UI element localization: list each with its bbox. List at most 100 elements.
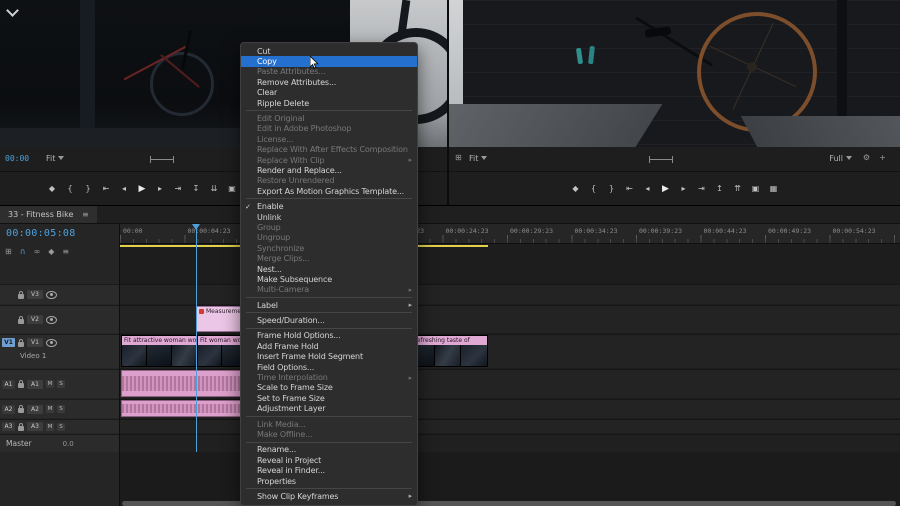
- clip-fit-attractive-woman[interactable]: Fit attractive woman wor: [121, 335, 197, 367]
- mark-in-button[interactable]: {: [587, 184, 601, 193]
- solo-button[interactable]: S: [57, 380, 65, 388]
- source-patch-v1[interactable]: V1: [2, 338, 15, 347]
- eye-icon[interactable]: [46, 338, 57, 347]
- button-editor-icon[interactable]: +: [879, 153, 886, 162]
- lock-icon[interactable]: [18, 315, 24, 324]
- menu-item-rename[interactable]: Rename...: [241, 445, 417, 455]
- eye-icon[interactable]: [46, 315, 57, 324]
- horizontal-scrollbar[interactable]: [122, 501, 896, 506]
- menu-item-frame-hold-options[interactable]: Frame Hold Options...: [241, 331, 417, 341]
- track-a3-lane[interactable]: [120, 419, 900, 433]
- track-badge[interactable]: V1: [27, 338, 43, 347]
- mark-out-button[interactable]: }: [605, 184, 619, 193]
- go-to-in-button[interactable]: ⇤: [623, 184, 637, 193]
- timeline-settings-icon[interactable]: ≡: [62, 247, 69, 256]
- track-badge[interactable]: V2: [27, 315, 43, 324]
- add-marker-button[interactable]: ◆: [45, 184, 59, 193]
- lock-icon[interactable]: [18, 380, 24, 388]
- step-back-button[interactable]: ◂: [117, 184, 131, 193]
- menu-item-insert-frame-hold-segment[interactable]: Insert Frame Hold Segment: [241, 352, 417, 362]
- source-zoom-select[interactable]: Fit: [46, 154, 65, 163]
- track-badge[interactable]: A2: [27, 404, 43, 414]
- step-forward-button[interactable]: ▸: [153, 184, 167, 193]
- menu-item-clear[interactable]: Clear: [241, 88, 417, 98]
- program-zoom-select[interactable]: Fit: [469, 154, 488, 163]
- menu-item-add-frame-hold[interactable]: Add Frame Hold: [241, 341, 417, 351]
- go-to-in-button[interactable]: ⇤: [99, 184, 113, 193]
- source-patch-a3[interactable]: A3: [2, 422, 15, 431]
- menu-item-adjustment-layer[interactable]: Adjustment Layer: [241, 404, 417, 414]
- lock-icon[interactable]: [18, 405, 24, 413]
- mark-out-button[interactable]: }: [81, 184, 95, 193]
- insert-overwrite-toggle-icon[interactable]: ⊞: [5, 247, 12, 256]
- sequence-timecode[interactable]: 00:00:05:08: [6, 228, 76, 239]
- mark-in-button[interactable]: {: [63, 184, 77, 193]
- lock-icon[interactable]: [18, 422, 24, 431]
- menu-item-reveal-in-finder[interactable]: Reveal in Finder...: [241, 465, 417, 475]
- panel-menu-icon[interactable]: ≡: [82, 210, 89, 219]
- settings-wrench-icon[interactable]: ⚙: [863, 153, 870, 162]
- menu-item-field-options[interactable]: Field Options...: [241, 362, 417, 372]
- playback-resolution-select[interactable]: Full: [829, 154, 852, 163]
- add-marker-button[interactable]: ◆: [569, 184, 583, 193]
- timeline-ruler[interactable]: 00:0000:00:04:2300:00:09:2300:00:14:2300…: [120, 224, 900, 244]
- program-zoom-scrollbar[interactable]: [649, 156, 673, 163]
- menu-item-make-subsequence[interactable]: Make Subsequence: [241, 274, 417, 284]
- playhead-line[interactable]: [196, 224, 197, 452]
- menu-item-speed-duration[interactable]: Speed/Duration...: [241, 315, 417, 325]
- snap-icon[interactable]: ∩: [20, 247, 26, 256]
- menu-item-nest[interactable]: Nest...: [241, 264, 417, 274]
- lift-button[interactable]: ↥: [713, 184, 727, 193]
- eye-icon[interactable]: [46, 290, 57, 299]
- linked-selection-icon[interactable]: ∞: [34, 247, 41, 256]
- master-track-lane[interactable]: [120, 434, 900, 452]
- menu-item-unlink[interactable]: Unlink: [241, 212, 417, 222]
- playhead-marker[interactable]: [192, 224, 200, 234]
- master-gain-value[interactable]: 0.0: [63, 440, 74, 448]
- play-button[interactable]: ▶: [659, 184, 673, 194]
- timeline-tab[interactable]: 33 - Fitness Bike ≡: [0, 206, 97, 223]
- menu-item-remove-attributes[interactable]: Remove Attributes...: [241, 77, 417, 87]
- source-timecode[interactable]: 00:00: [5, 154, 29, 163]
- solo-button[interactable]: S: [57, 422, 65, 431]
- menu-item-render-and-replace[interactable]: Render and Replace...: [241, 165, 417, 175]
- menu-item-export-as-motion-graphics-template[interactable]: Export As Motion Graphics Template...: [241, 186, 417, 196]
- go-to-out-button[interactable]: ⇥: [695, 184, 709, 193]
- menu-item-copy[interactable]: Copy: [241, 56, 417, 67]
- track-badge[interactable]: A3: [27, 422, 43, 431]
- lock-icon[interactable]: [18, 290, 24, 299]
- mute-button[interactable]: M: [46, 422, 54, 431]
- source-patch-a1[interactable]: A1: [2, 379, 15, 389]
- step-back-button[interactable]: ◂: [641, 184, 655, 193]
- mute-button[interactable]: M: [46, 380, 54, 388]
- menu-item-show-clip-keyframes[interactable]: Show Clip Keyframes ▸: [241, 491, 417, 501]
- source-patch-a2[interactable]: A2: [2, 404, 15, 414]
- mute-button[interactable]: M: [46, 405, 54, 413]
- export-frame-button[interactable]: ▣: [225, 184, 239, 193]
- menu-item-cut[interactable]: Cut: [241, 46, 417, 56]
- add-marker-icon[interactable]: ◆: [48, 247, 54, 256]
- track-badge[interactable]: A1: [27, 379, 43, 389]
- export-frame-button[interactable]: ▣: [749, 184, 763, 193]
- go-to-out-button[interactable]: ⇥: [171, 184, 185, 193]
- insert-button[interactable]: ↧: [189, 184, 203, 193]
- menu-item-ripple-delete[interactable]: Ripple Delete: [241, 98, 417, 108]
- menu-item-scale-to-frame-size[interactable]: Scale to Frame Size: [241, 383, 417, 393]
- source-patch-slot[interactable]: [2, 290, 15, 299]
- menu-item-enable[interactable]: Enable ✓: [241, 201, 417, 211]
- track-v3-lane[interactable]: [120, 284, 900, 304]
- menu-item-reveal-in-project[interactable]: Reveal in Project: [241, 455, 417, 465]
- solo-button[interactable]: S: [57, 405, 65, 413]
- menu-item-properties[interactable]: Properties: [241, 476, 417, 486]
- extract-button[interactable]: ⇈: [731, 184, 745, 193]
- overwrite-button[interactable]: ⇊: [207, 184, 221, 193]
- display-mode-icon[interactable]: ⊞: [455, 153, 462, 162]
- comparison-view-button[interactable]: ▦: [767, 184, 781, 193]
- track-badge[interactable]: V3: [27, 290, 43, 299]
- play-button[interactable]: ▶: [135, 184, 149, 194]
- source-zoom-scrollbar[interactable]: [150, 156, 174, 163]
- step-forward-button[interactable]: ▸: [677, 184, 691, 193]
- lock-icon[interactable]: [18, 338, 24, 347]
- menu-item-set-to-frame-size[interactable]: Set to Frame Size: [241, 393, 417, 403]
- menu-item-label[interactable]: Label ▸: [241, 300, 417, 310]
